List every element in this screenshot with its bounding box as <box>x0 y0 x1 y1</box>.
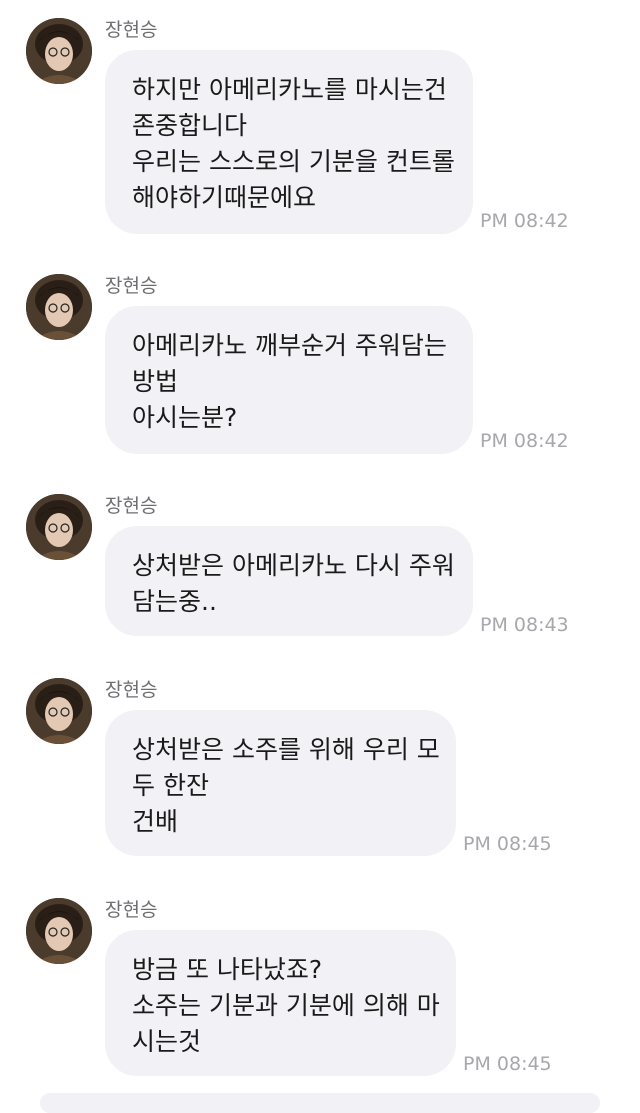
message-timestamp: PM 08:43 <box>480 614 569 636</box>
sender-name: 장현승 <box>105 495 158 517</box>
message-text-line: 하지만 아메리카노를 마시는건 <box>132 75 447 104</box>
message-text-line: 존중합니다 <box>132 111 248 140</box>
message-text-line: 담는중.. <box>132 587 217 616</box>
sender-name: 장현승 <box>105 899 158 921</box>
chat-message: 장현승 하지만 아메리카노를 마시는건 존중합니다 우리는 스스로의 기분을 컨… <box>0 0 640 250</box>
message-timestamp: PM 08:42 <box>480 210 569 232</box>
avatar-image <box>26 18 92 84</box>
message-text-line: 소주는 기분과 기분에 의해 마 <box>132 991 440 1020</box>
message-bubble-partial <box>40 1093 600 1113</box>
avatar-image <box>26 274 92 340</box>
message-bubble[interactable]: 방금 또 나타났죠? 소주는 기분과 기분에 의해 마 시는것 <box>105 930 456 1076</box>
message-text-line: 해야하기때문에요 <box>132 183 317 212</box>
message-text-line: 시는것 <box>132 1027 202 1056</box>
message-timestamp: PM 08:42 <box>480 430 569 452</box>
avatar[interactable] <box>26 898 92 964</box>
sender-name: 장현승 <box>105 19 158 41</box>
chat-message: 장현승 방금 또 나타났죠? 소주는 기분과 기분에 의해 마 시는것 PM 0… <box>0 880 640 1099</box>
message-text-line: 상처받은 소주를 위해 우리 모 <box>132 735 440 764</box>
avatar[interactable] <box>26 494 92 560</box>
message-text-line: 방법 <box>132 367 179 396</box>
avatar[interactable] <box>26 18 92 84</box>
message-timestamp: PM 08:45 <box>463 1053 552 1075</box>
message-text-line: 건배 <box>132 807 179 836</box>
avatar[interactable] <box>26 274 92 340</box>
chat-message: 장현승 상처받은 아메리카노 다시 주워 담는중.. PM 08:43 <box>0 476 640 640</box>
sender-name: 장현승 <box>105 275 158 297</box>
message-timestamp: PM 08:45 <box>463 833 552 855</box>
avatar-image <box>26 678 92 744</box>
message-text-line: 방금 또 나타났죠? <box>132 955 323 984</box>
message-text-line: 두 한잔 <box>132 771 209 800</box>
message-bubble[interactable]: 하지만 아메리카노를 마시는건 존중합니다 우리는 스스로의 기분을 컨트롤 해… <box>105 50 473 234</box>
sender-name: 장현승 <box>105 679 158 701</box>
chat-message: 장현승 상처받은 소주를 위해 우리 모 두 한잔 건배 PM 08:45 <box>0 660 640 874</box>
avatar-image <box>26 494 92 560</box>
avatar[interactable] <box>26 678 92 744</box>
message-bubble[interactable]: 상처받은 소주를 위해 우리 모 두 한잔 건배 <box>105 710 456 856</box>
chat-message-list: 장현승 하지만 아메리카노를 마시는건 존중합니다 우리는 스스로의 기분을 컨… <box>0 0 640 1113</box>
message-bubble[interactable]: 아메리카노 깨부순거 주워담는 방법 아시는분? <box>105 306 473 454</box>
message-text-line: 아메리카노 깨부순거 주워담는 <box>132 331 447 360</box>
message-text-line: 우리는 스스로의 기분을 컨트롤 <box>132 147 455 176</box>
message-text-line: 상처받은 아메리카노 다시 주워 <box>132 551 455 580</box>
message-text-line: 아시는분? <box>132 403 238 432</box>
message-bubble[interactable]: 상처받은 아메리카노 다시 주워 담는중.. <box>105 526 473 636</box>
chat-message: 장현승 아메리카노 깨부순거 주워담는 방법 아시는분? PM 08:42 <box>0 256 640 470</box>
avatar-image <box>26 898 92 964</box>
